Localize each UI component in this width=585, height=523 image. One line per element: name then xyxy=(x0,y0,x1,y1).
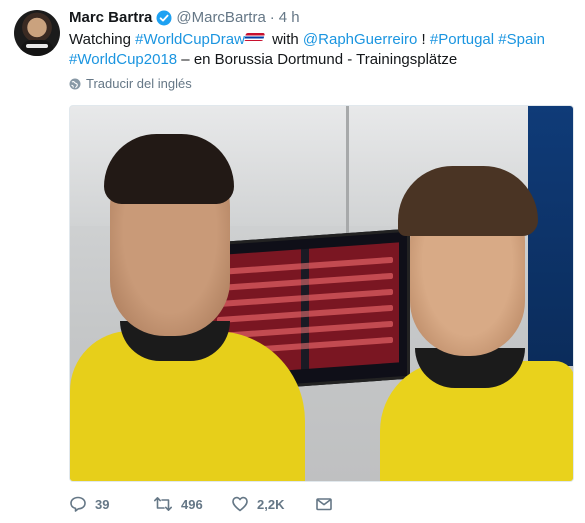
author-avatar[interactable] xyxy=(14,10,60,56)
text-part: with xyxy=(267,31,303,48)
person-left-hair xyxy=(104,134,234,204)
photo-lamp-cord xyxy=(346,106,349,236)
translate-label: Traducir del inglés xyxy=(86,76,192,91)
tweet-header: Marc Bartra @MarcBartra · 4 h xyxy=(69,8,300,28)
hashflag-icon xyxy=(243,33,265,41)
person-right-hair xyxy=(398,166,538,236)
like-button[interactable]: 2,2K xyxy=(231,495,315,513)
reply-count: 39 xyxy=(95,496,110,512)
hashtag-portugal[interactable]: #Portugal xyxy=(430,31,494,48)
reply-button[interactable]: 39 xyxy=(69,495,153,513)
location-text[interactable]: – en Borussia Dortmund - Trainingsplätze xyxy=(177,51,457,68)
photo-person-left xyxy=(70,116,305,481)
retweet-icon xyxy=(154,497,172,511)
avatar-jersey xyxy=(20,40,54,56)
globe-icon xyxy=(69,78,81,89)
photo-person-right xyxy=(370,126,573,481)
header-separator: · xyxy=(269,9,275,26)
text-part: Watching xyxy=(69,31,136,48)
retweet-count: 496 xyxy=(181,496,203,512)
mention-raphguerreiro[interactable]: @RaphGuerreiro xyxy=(303,31,417,48)
author-handle[interactable]: @MarcBartra xyxy=(176,8,265,28)
verified-badge-icon xyxy=(156,10,172,26)
text-part: ! xyxy=(417,31,430,48)
tweet-actions: 39 496 2,2K xyxy=(69,494,333,514)
reply-icon xyxy=(70,496,86,512)
tweet: Marc Bartra @MarcBartra · 4 h Watching #… xyxy=(0,0,585,523)
hashtag-worldcup2018[interactable]: #WorldCup2018 xyxy=(69,51,177,68)
hashtag-worldcupdraw[interactable]: #WorldCupDraw xyxy=(135,31,245,48)
avatar-sponsor xyxy=(26,44,48,48)
translate-link[interactable]: Traducir del inglés xyxy=(69,76,192,91)
hashtag-spain[interactable]: #Spain xyxy=(498,31,545,48)
author-name[interactable]: Marc Bartra xyxy=(69,8,152,28)
tweet-text: Watching #WorldCupDraw with @RaphGuerrei… xyxy=(69,30,569,70)
heart-icon xyxy=(232,496,248,512)
tweet-timestamp[interactable]: 4 h xyxy=(279,8,300,28)
direct-message-button[interactable] xyxy=(315,495,333,513)
like-count: 2,2K xyxy=(257,496,285,512)
envelope-icon xyxy=(316,498,332,511)
retweet-button[interactable]: 496 xyxy=(153,495,231,513)
tweet-photo[interactable] xyxy=(69,105,574,482)
